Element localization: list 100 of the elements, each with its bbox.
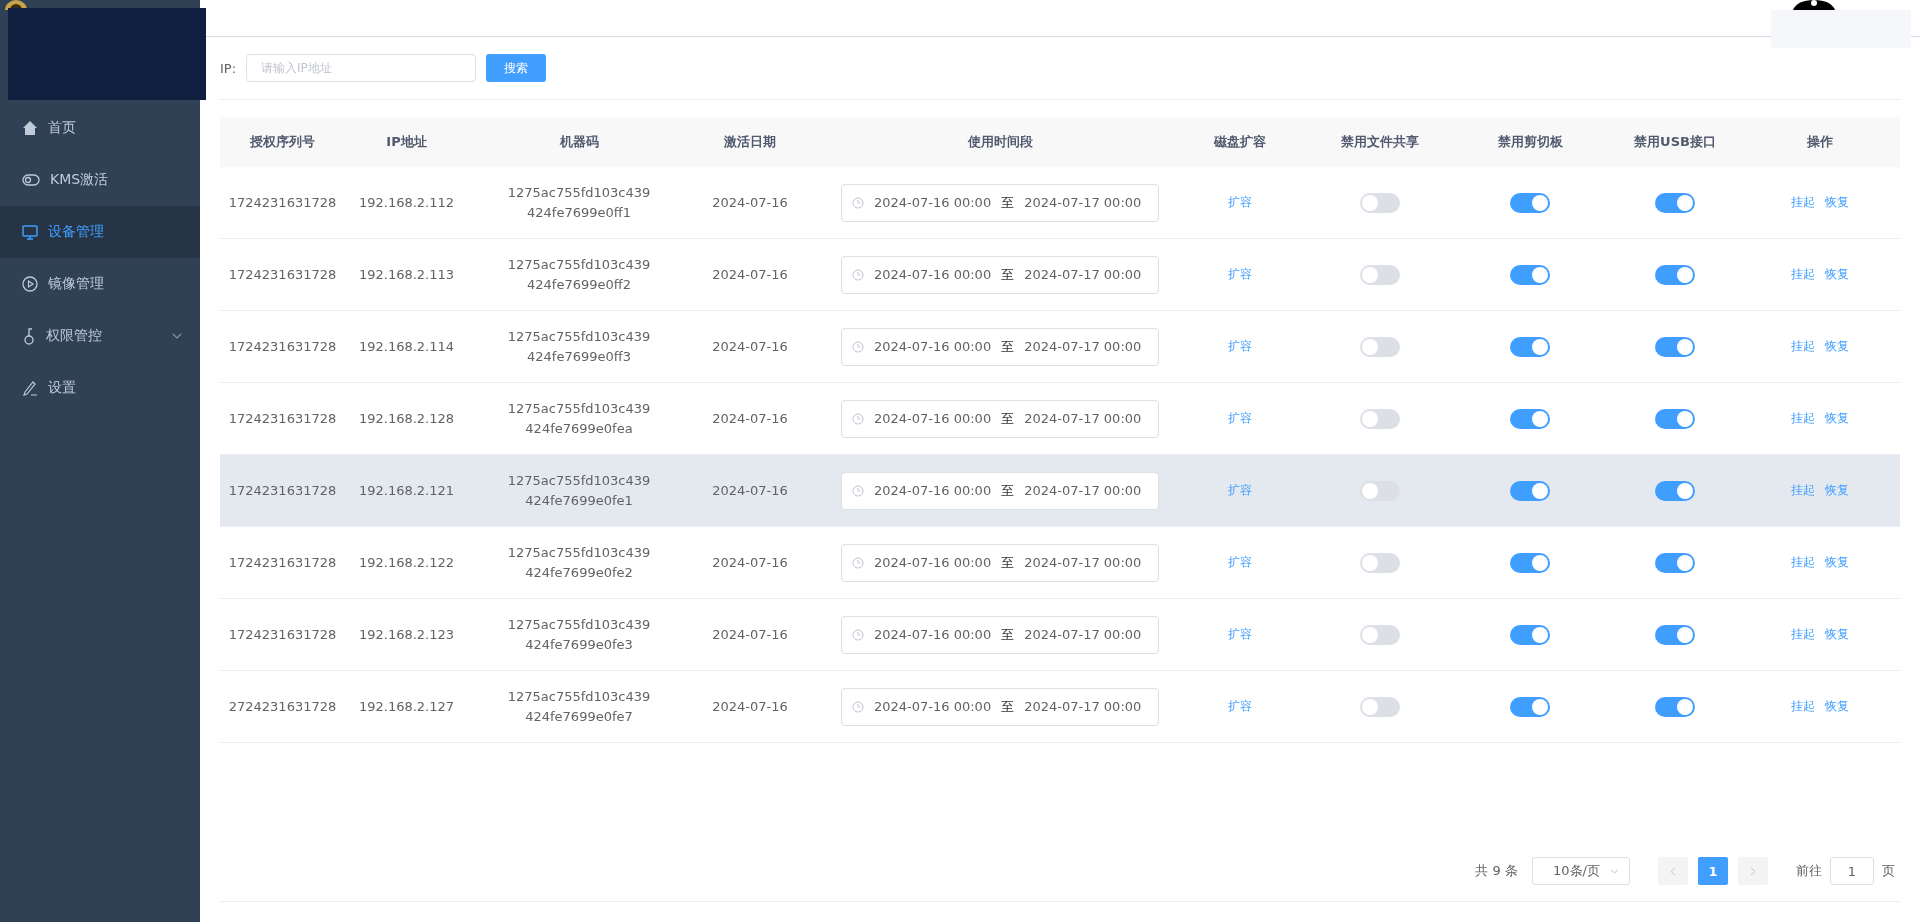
action-link[interactable]: 挂起 — [1791, 698, 1815, 715]
table-cell-text: 1724231631728 — [228, 625, 337, 644]
date-range-field[interactable]: 2024-07-16 00:00 至 2024-07-17 00:00 — [841, 399, 1159, 438]
expand-link[interactable]: 扩容 — [1228, 482, 1252, 499]
table-cell-text: 1275ac755fd103c439 424fe7699e0ff1 — [507, 183, 651, 222]
clock-icon — [852, 340, 864, 353]
table-cell-text: 2024-07-16 — [712, 409, 788, 428]
column-header: 使用时间段 — [967, 133, 1033, 151]
date-range-field[interactable]: 2024-07-16 00:00 至 2024-07-17 00:00 — [841, 615, 1159, 654]
toggle-switch[interactable] — [1510, 552, 1550, 573]
total-count: 共 9 条 — [1475, 862, 1518, 880]
toggle-switch[interactable] — [1655, 408, 1695, 429]
expand-link[interactable]: 扩容 — [1228, 698, 1252, 715]
action-link[interactable]: 挂起 — [1791, 194, 1815, 211]
table-cell-text: 1275ac755fd103c439 424fe7699e0ff3 — [507, 327, 651, 366]
action-link[interactable]: 挂起 — [1791, 626, 1815, 643]
toggle-switch[interactable] — [1655, 696, 1695, 717]
sidebar-item[interactable]: 权限管控 — [0, 310, 200, 362]
action-link[interactable]: 恢复 — [1825, 194, 1849, 211]
clock-icon — [852, 628, 864, 641]
clock-icon — [852, 268, 864, 281]
sidebar-item[interactable]: KMS激活 — [0, 154, 200, 206]
column-header: IP地址 — [386, 133, 427, 151]
goto-label: 前往 — [1796, 862, 1822, 880]
chevron-left-icon — [1670, 866, 1676, 876]
goto-page-field[interactable]: 1 — [1830, 857, 1874, 885]
ip-search-field[interactable]: 请输入IP地址 — [246, 54, 477, 82]
expand-link[interactable]: 扩容 — [1228, 410, 1252, 427]
table-cell-text: 192.168.2.113 — [358, 265, 455, 284]
date-range-field[interactable]: 2024-07-16 00:00 至 2024-07-17 00:00 — [841, 183, 1159, 222]
toggle-switch[interactable] — [1510, 408, 1550, 429]
action-link[interactable]: 恢复 — [1825, 554, 1849, 571]
chevron-right-icon — [1750, 866, 1756, 876]
table-cell-text: 192.168.2.123 — [358, 625, 455, 644]
table-cell-text: 1724231631728 — [228, 193, 337, 212]
search-button[interactable]: 搜索 — [486, 54, 547, 82]
toggle-switch[interactable] — [1510, 336, 1550, 357]
action-link[interactable]: 挂起 — [1791, 482, 1815, 499]
action-link[interactable]: 恢复 — [1825, 698, 1849, 715]
chevron-icon — [1610, 868, 1619, 874]
action-link[interactable]: 挂起 — [1791, 554, 1815, 571]
date-range-field[interactable]: 2024-07-16 00:00 至 2024-07-17 00:00 — [841, 327, 1159, 366]
date-range-field[interactable]: 2024-07-16 00:00 至 2024-07-17 00:00 — [841, 255, 1159, 294]
toggle-switch[interactable] — [1655, 624, 1695, 645]
date-range-field[interactable]: 2024-07-16 00:00 至 2024-07-17 00:00 — [841, 543, 1159, 582]
expand-link[interactable]: 扩容 — [1228, 338, 1252, 355]
toggle-switch[interactable] — [1655, 480, 1695, 501]
page-size-select[interactable]: 10条/页 — [1532, 857, 1630, 885]
table-cell-text: 1724231631728 — [228, 481, 337, 500]
toggle-switch[interactable] — [1360, 408, 1400, 429]
clock-icon — [852, 484, 864, 497]
toggle-switch[interactable] — [1655, 552, 1695, 573]
action-link[interactable]: 恢复 — [1825, 482, 1849, 499]
toggle-switch[interactable] — [1360, 552, 1400, 573]
sidebar-item[interactable]: 首页 — [0, 102, 200, 154]
action-link[interactable]: 挂起 — [1791, 410, 1815, 427]
table-cell-text: 192.168.2.128 — [358, 409, 455, 428]
expand-link[interactable]: 扩容 — [1228, 194, 1252, 211]
sidebar-item[interactable]: 设备管理 — [0, 206, 200, 258]
table-cell-text: 1724231631728 — [228, 409, 337, 428]
date-range-field[interactable]: 2024-07-16 00:00 至 2024-07-17 00:00 — [841, 471, 1159, 510]
table-cell-text: 2024-07-16 — [712, 265, 788, 284]
action-link[interactable]: 恢复 — [1825, 410, 1849, 427]
expand-link[interactable]: 扩容 — [1228, 626, 1252, 643]
lock-icon — [22, 327, 36, 345]
action-link[interactable]: 挂起 — [1791, 338, 1815, 355]
toggle-switch[interactable] — [1360, 696, 1400, 717]
ip-label: IP: — [220, 60, 237, 76]
toggle-switch[interactable] — [1360, 624, 1400, 645]
toggle-switch[interactable] — [1510, 264, 1550, 285]
toggle-switch[interactable] — [1360, 480, 1400, 501]
sidebar-item[interactable]: 设置 — [0, 362, 200, 414]
toggle-switch[interactable] — [1510, 696, 1550, 717]
toggle-switch[interactable] — [1655, 264, 1695, 285]
toggle-switch[interactable] — [1360, 192, 1400, 213]
sidebar-item[interactable]: 镜像管理 — [0, 258, 200, 310]
toggle-switch[interactable] — [1510, 624, 1550, 645]
home-icon — [22, 120, 38, 136]
toggle-switch[interactable] — [1510, 480, 1550, 501]
pen-icon — [22, 380, 38, 396]
column-header: 操作 — [1807, 133, 1833, 151]
date-range-field[interactable]: 2024-07-16 00:00 至 2024-07-17 00:00 — [841, 687, 1159, 726]
table-cell-text: 1724231631728 — [228, 553, 337, 572]
action-link[interactable]: 恢复 — [1825, 266, 1849, 283]
action-link[interactable]: 挂起 — [1791, 266, 1815, 283]
expand-link[interactable]: 扩容 — [1228, 554, 1252, 571]
table-cell-text: 2724231631728 — [228, 697, 337, 716]
toggle-switch[interactable] — [1510, 192, 1550, 213]
toggle-switch[interactable] — [1360, 336, 1400, 357]
action-link[interactable]: 恢复 — [1825, 338, 1849, 355]
clock-icon — [852, 700, 864, 713]
table-cell-text: 2024-07-16 — [712, 337, 788, 356]
expand-link[interactable]: 扩容 — [1228, 266, 1252, 283]
page-suffix: 页 — [1882, 862, 1895, 880]
column-header: 磁盘扩容 — [1214, 133, 1266, 151]
toggle-switch[interactable] — [1655, 336, 1695, 357]
action-link[interactable]: 恢复 — [1825, 626, 1849, 643]
toggle-switch[interactable] — [1360, 264, 1400, 285]
toggle-switch[interactable] — [1655, 192, 1695, 213]
page-button[interactable]: 1 — [1698, 857, 1728, 885]
